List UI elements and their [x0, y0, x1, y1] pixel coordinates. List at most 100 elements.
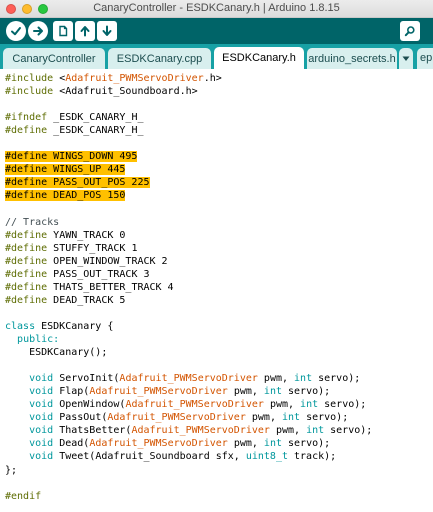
code-token: #define: [5, 229, 54, 241]
code-token: servo);: [324, 425, 373, 437]
tab-esdkcanary-cpp[interactable]: ESDKCanary.cpp: [108, 48, 211, 69]
open-sketch-button[interactable]: [75, 21, 95, 41]
code-token: pwm,: [269, 425, 307, 437]
code-token: DEAD_TRACK 5: [53, 294, 126, 306]
code-token: servo);: [281, 386, 331, 398]
checkmark-icon: [11, 27, 21, 36]
code-token: class: [5, 320, 42, 332]
new-file-icon: [59, 25, 68, 37]
code-line: ESDKCanary();: [5, 346, 107, 359]
code-token: .h>: [203, 73, 222, 84]
tab-arduino-secrets-h[interactable]: arduino_secrets.h: [307, 48, 397, 69]
code-token: #define DEAD_POS 150: [5, 190, 126, 202]
code-token: servo);: [300, 412, 349, 424]
upload-button[interactable]: [28, 21, 48, 41]
code-token: // Tracks: [5, 216, 60, 228]
code-token: #include: [5, 86, 60, 98]
code-token: Adafruit_PWMServoDriver: [125, 399, 264, 411]
code-token: #ifndef: [5, 112, 54, 124]
code-token: servo);: [318, 399, 367, 411]
code-line: #ifndef _ESDK_CANARY_H_: [5, 111, 143, 124]
code-token: Flap(: [59, 386, 90, 398]
code-line: // Tracks: [5, 216, 59, 229]
code-token: #define: [5, 242, 54, 254]
code-token: void: [29, 399, 60, 411]
code-token: #endif: [5, 490, 42, 502]
code-line: #define WINGS_UP 445: [5, 163, 126, 176]
code-line: #define PASS_OUT_TRACK 3: [5, 268, 150, 281]
tab-menu-button[interactable]: [399, 48, 413, 69]
code-editor[interactable]: #include <Adafruit_PWMServoDriver.h> #inc…: [0, 69, 433, 512]
window-title: CanaryController - ESDKCanary.h | Arduin…: [93, 2, 340, 14]
verify-button[interactable]: [6, 21, 26, 41]
code-token: #define: [5, 268, 54, 280]
code-token: int: [263, 386, 282, 398]
code-line: void Flap(Adafruit_PWMServoDriver pwm, i…: [5, 385, 330, 398]
tab-canarycontroller[interactable]: CanaryController: [3, 48, 105, 69]
code-token: void: [29, 425, 60, 437]
code-token: servo);: [312, 373, 361, 385]
code-token: #define WINGS_UP 445: [5, 164, 126, 176]
code-token: _ESDK_CANARY_H_: [53, 112, 144, 124]
code-line: void PassOut(Adafruit_PWMServoDriver pwm…: [5, 411, 348, 424]
tab-bar: CanaryController ESDKCanary.cpp ESDKCana…: [0, 44, 433, 69]
code-token: int: [281, 412, 301, 424]
code-token: void: [29, 373, 60, 385]
code-token: track);: [288, 451, 337, 463]
tab-ep[interactable]: ep: [417, 48, 433, 69]
code-token: #define: [5, 255, 54, 267]
code-token: Dead(: [59, 438, 90, 450]
code-token: Adafruit_PWMServoDriver: [119, 373, 258, 385]
code-line: void Tweet(Adafruit_Soundboard sfx, uint…: [5, 450, 336, 463]
code-line: };: [5, 464, 17, 477]
arrow-right-icon: [33, 26, 43, 36]
code-token: #define PASS_OUT_POS 225: [5, 177, 150, 189]
code-token: Tweet(Adafruit_Soundboard sfx,: [59, 451, 246, 463]
serial-monitor-button[interactable]: [400, 21, 420, 41]
code-token: servo);: [281, 438, 331, 450]
code-token: #include: [5, 73, 60, 84]
save-sketch-button[interactable]: [97, 21, 117, 41]
code-line: #define DEAD_TRACK 5: [5, 294, 125, 307]
chevron-down-icon: [402, 56, 410, 61]
code-token: #define: [5, 281, 54, 293]
code-token: ESDKCanary();: [5, 347, 108, 359]
title-bar: CanaryController - ESDKCanary.h | Arduin…: [0, 0, 433, 18]
code-token: pwm,: [227, 438, 264, 450]
code-line: class ESDKCanary {: [5, 320, 113, 333]
code-token: pwm,: [257, 373, 295, 385]
code-token: Adafruit_PWMServoDriver: [65, 73, 204, 84]
new-sketch-button[interactable]: [53, 21, 73, 41]
code-token: pwm,: [227, 386, 264, 398]
code-token: uint8_t: [245, 451, 288, 463]
code-token: Adafruit_PWMServoDriver: [107, 412, 246, 424]
code-token: public:: [17, 334, 60, 345]
code-token: THATS_BETTER_TRACK 4: [53, 281, 174, 293]
code-line: #define PASS_OUT_POS 225: [5, 176, 150, 189]
code-token: #define: [5, 125, 54, 137]
tab-esdkcanary-h[interactable]: ESDKCanary.h: [214, 47, 304, 69]
code-line: #endif: [5, 490, 41, 503]
code-token: _ESDK_CANARY_H_: [53, 125, 144, 137]
magnifier-icon: [404, 26, 415, 37]
code-token: pwm,: [245, 412, 282, 424]
arrow-up-icon: [80, 26, 90, 37]
code-token: pwm,: [263, 399, 301, 411]
code-line: #define _ESDK_CANARY_H_: [5, 124, 143, 137]
code-token: Adafruit_PWMServoDriver: [89, 386, 228, 398]
code-line: #define THATS_BETTER_TRACK 4: [5, 281, 174, 294]
code-token: PassOut(: [59, 412, 108, 424]
toolbar: [0, 18, 433, 44]
code-token: Adafruit_PWMServoDriver: [89, 438, 228, 450]
code-token: #define: [5, 294, 54, 306]
code-token: int: [306, 425, 325, 437]
code-token: PASS_OUT_TRACK 3: [53, 268, 150, 280]
code-token: ESDKCanary {: [41, 320, 114, 332]
code-token: YAWN_TRACK 0: [53, 229, 126, 241]
